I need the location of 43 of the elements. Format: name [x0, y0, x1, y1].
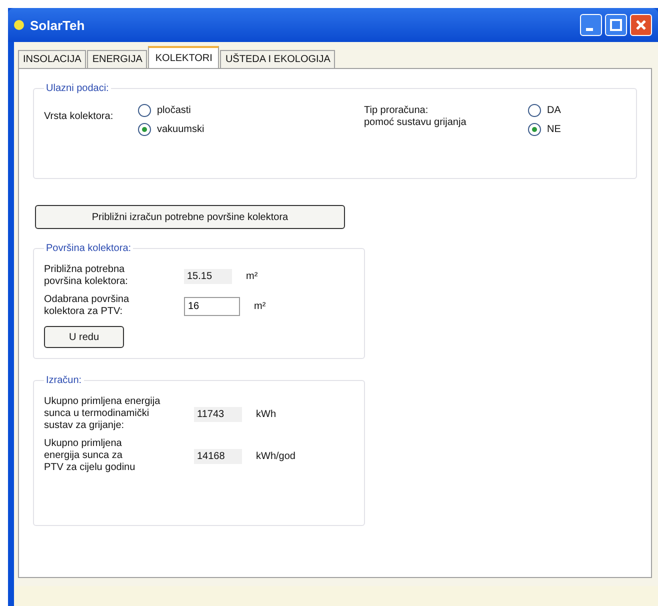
maximize-icon: [609, 18, 623, 32]
field-label: Ukupno primljena energija sunca za PTV za cijelu godinu: [44, 438, 136, 474]
ok-button[interactable]: U redu: [44, 326, 124, 348]
radio-option[interactable]: vakuumski: [138, 123, 204, 136]
unit-label: m²: [246, 270, 258, 282]
radio-option[interactable]: DA: [528, 104, 561, 117]
radio-option[interactable]: pločasti: [138, 104, 204, 117]
calculate-button[interactable]: Približni izračun potrebne površine kolektora: [35, 205, 345, 229]
maximize-button[interactable]: [605, 14, 627, 36]
field-label: Ukupno primljena energija sunca u termodinamički sustav za grijanje:: [44, 396, 162, 432]
radio-button[interactable]: [528, 123, 541, 136]
radio-button[interactable]: [528, 104, 541, 117]
group-title: Ulazni podaci:: [45, 83, 110, 94]
tab[interactable]: UŠTEDA I EKOLOGIJA: [220, 50, 336, 68]
unit-label: m²: [254, 300, 266, 312]
close-icon: [634, 18, 648, 32]
option-label: vakuumski: [157, 124, 204, 135]
tab[interactable]: ENERGIJA: [87, 50, 148, 68]
field-label: Približna potrebna površina kolektora:: [44, 264, 129, 288]
window-title: SolarTeh: [30, 18, 86, 32]
sun-icon: [14, 20, 24, 30]
value-readout: 11743: [194, 406, 242, 422]
radio-button[interactable]: [138, 123, 151, 136]
unit-label: kWh/god: [256, 450, 296, 462]
group-title: Izračun:: [45, 375, 83, 386]
option-label: pločasti: [157, 105, 191, 116]
unit-label: kWh: [256, 408, 276, 420]
value-readout: 14168: [194, 448, 242, 464]
radio-button[interactable]: [138, 104, 151, 117]
option-label: DA: [547, 105, 561, 116]
group-title: Površina kolektora:: [45, 243, 132, 254]
field-label: Odabrana površina kolektora za PTV:: [44, 294, 130, 318]
field-label: Vrsta kolektora:: [44, 110, 114, 124]
radio-option[interactable]: NE: [528, 123, 561, 136]
close-button[interactable]: [630, 14, 652, 36]
minimize-icon: [586, 28, 592, 30]
tab[interactable]: INSOLACIJA: [18, 50, 86, 68]
value-readout: 15.15: [184, 268, 232, 284]
option-label: NE: [547, 124, 561, 135]
tab[interactable]: KOLEKTORI: [148, 46, 220, 68]
minimize-button[interactable]: [580, 14, 602, 36]
field-label: Tip proračuna: pomoć sustavu grijanja: [364, 104, 468, 130]
input-field[interactable]: 16: [184, 296, 240, 316]
